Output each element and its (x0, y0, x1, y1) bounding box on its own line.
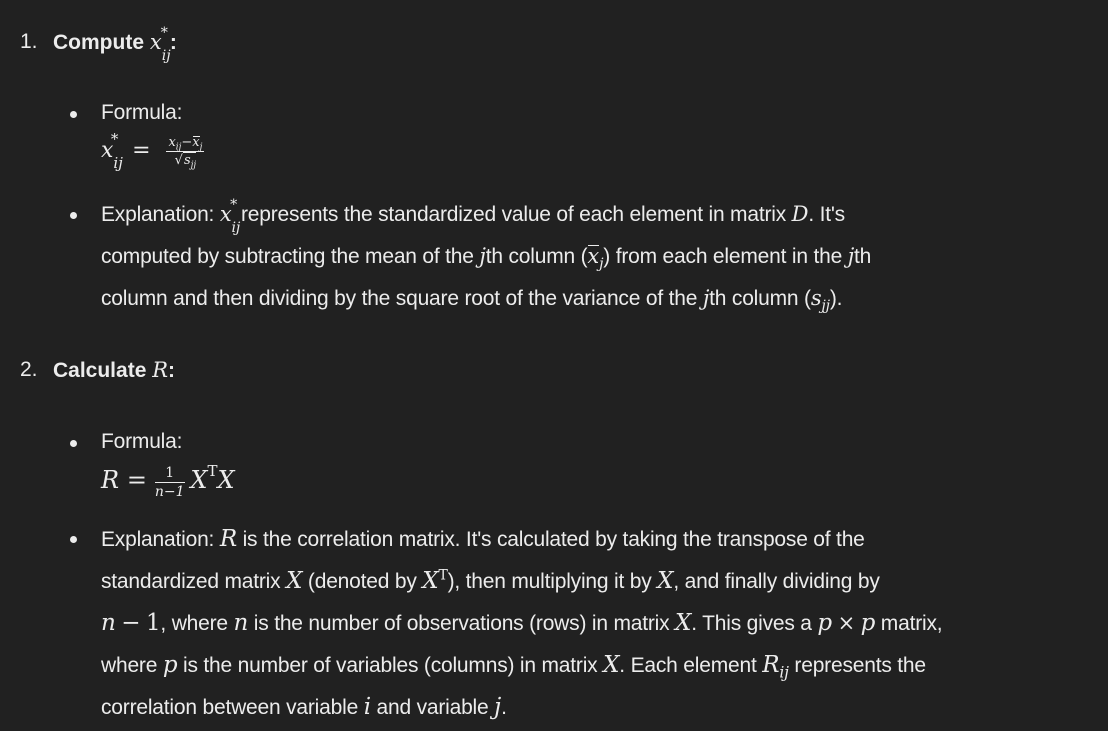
explanation-2-line-5: correlation between variable i and varia… (101, 694, 507, 720)
list-number-2: 2. (20, 358, 38, 381)
explanation-2-line-3: n − 1, where n is the number of observat… (101, 610, 943, 636)
bullet-explanation-2 (70, 536, 77, 543)
item-1-heading: Compute xij*: (53, 26, 177, 63)
explanation-2-line-2: standardized matrix X (denoted by XT), t… (101, 567, 880, 594)
item-2-heading-colon: : (168, 359, 176, 382)
explanation-1-line-2: computed by subtracting the mean of the … (101, 244, 872, 273)
item-2-heading: Calculate R: (53, 358, 175, 383)
explanation-1-line-1: Explanation: xij* represents the standard… (101, 197, 845, 237)
explanation-label-1: Explanation: (101, 203, 215, 226)
bullet-formula-2 (70, 440, 77, 447)
item-1-heading-label: Compute (53, 31, 144, 54)
explanation-label-2: Explanation: (101, 528, 215, 551)
formula-2: R = 1 n−1 XTX (101, 462, 235, 500)
list-number-1: 1. (20, 30, 38, 53)
bullet-explanation-1 (70, 212, 77, 219)
explanation-1-line-3: column and then dividing by the square r… (101, 286, 843, 315)
formula-label-2: Formula: (101, 430, 183, 453)
item-2-heading-label: Calculate (53, 359, 147, 382)
formula-label-1: Formula: (101, 101, 183, 124)
item-2-heading-math: R (152, 358, 169, 382)
explanation-2-line-4: where p is the number of variables (colu… (101, 652, 926, 682)
bullet-formula-1 (70, 111, 77, 118)
explanation-2-line-1: Explanation: R is the correlation matrix… (101, 526, 865, 552)
formula-1: xij* = xij−xj √sjj (101, 129, 205, 173)
